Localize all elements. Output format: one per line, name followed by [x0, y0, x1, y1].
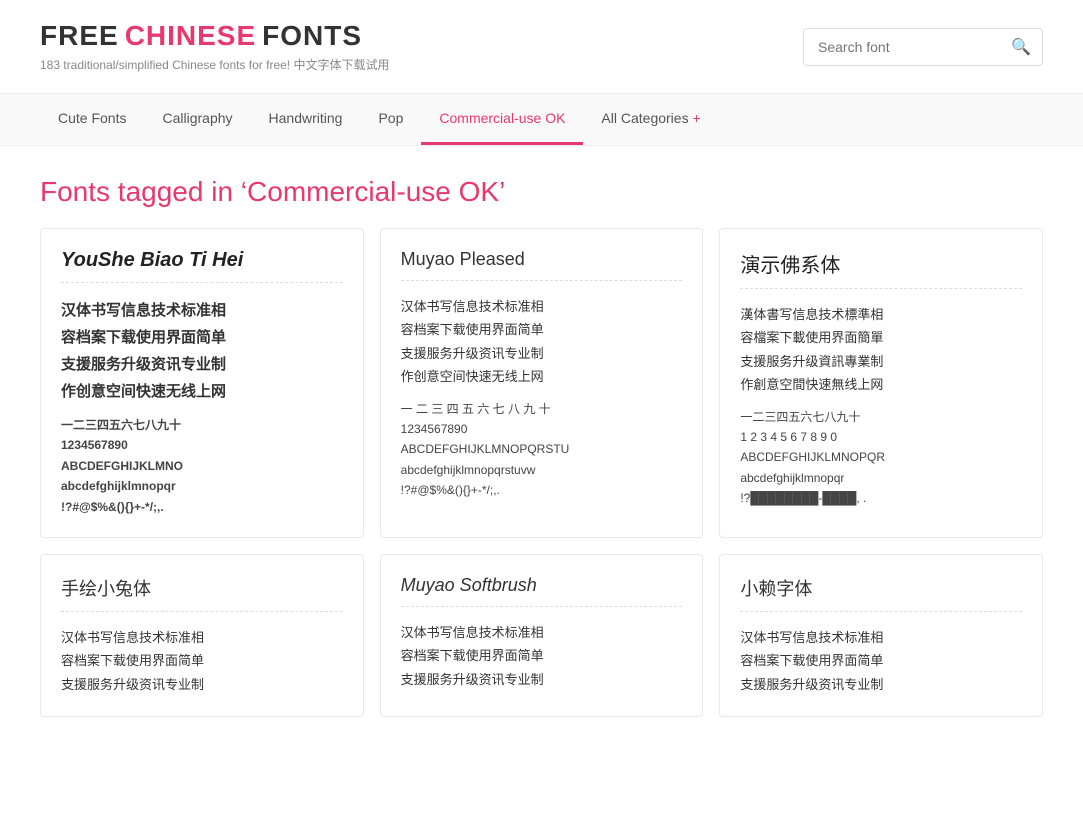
font-preview-muyao-softbrush: 汉体书写信息技术标准相容档案下载使用界面简单支援服务升级资讯专业制: [401, 606, 683, 691]
logo-free: FREE: [40, 20, 119, 52]
font-card-yanshi: 演示佛系体 漢体書写信息技术標準相容檔案下載使用界面簡單支援服务升级資訊專業制作…: [719, 228, 1043, 538]
preview-chinese-xiaotu: 汉体书写信息技术标准相容档案下载使用界面简单支援服务升级资讯专业制: [61, 626, 343, 696]
font-preview-muyao-pleased: 汉体书写信息技术标准相容档案下载使用界面简单支援服务升级资讯专业制作创意空间快速…: [401, 280, 683, 501]
font-preview-xiaolai: 汉体书写信息技术标准相容档案下载使用界面简单支援服务升级资讯专业制: [740, 611, 1022, 696]
preview-chinese-muyao-softbrush: 汉体书写信息技术标准相容档案下载使用界面简单支援服务升级资讯专业制: [401, 621, 683, 691]
preview-chinese-muyao-pleased: 汉体书写信息技术标准相容档案下载使用界面简单支援服务升级资讯专业制作创意空间快速…: [401, 295, 683, 389]
logo: FREE CHINESE FONTS: [40, 20, 389, 52]
font-card-youshe: YouShe Biao Ti Hei 汉体书写信息技术标准相容档案下载使用界面简…: [40, 228, 364, 538]
nav-all-categories[interactable]: All Categories +: [583, 94, 718, 145]
font-name-xiaolai: 小赖字体: [740, 575, 1022, 601]
preview-chinese-xiaolai: 汉体书写信息技术标准相容档案下载使用界面简单支援服务升级资讯专业制: [740, 626, 1022, 696]
font-card-xiaotu: 手绘小兔体 汉体书写信息技术标准相容档案下载使用界面简单支援服务升级资讯专业制: [40, 554, 364, 717]
page-title: Fonts tagged in ‘Commercial-use OK’: [0, 146, 1083, 228]
nav-calligraphy[interactable]: Calligraphy: [144, 94, 250, 145]
nav-handwriting[interactable]: Handwriting: [251, 94, 361, 145]
font-preview-yanshi: 漢体書写信息技术標準相容檔案下載使用界面簡單支援服务升级資訊專業制作創意空間快速…: [740, 288, 1022, 509]
preview-numbers-youshe: 一二三四五六七八九十 1234567890 ABCDEFGHIJKLMNO ab…: [61, 415, 343, 517]
main-nav: Cute Fonts Calligraphy Handwriting Pop C…: [0, 94, 1083, 146]
font-name-yanshi: 演示佛系体: [740, 249, 1022, 278]
site-tagline: 183 traditional/simplified Chinese fonts…: [40, 56, 389, 73]
font-name-muyao-softbrush: Muyao Softbrush: [401, 575, 683, 596]
font-preview-xiaotu: 汉体书写信息技术标准相容档案下载使用界面简单支援服务升级资讯专业制: [61, 611, 343, 696]
font-card-muyao-pleased: Muyao Pleased 汉体书写信息技术标准相容档案下载使用界面简单支援服务…: [380, 228, 704, 538]
font-card-muyao-softbrush: Muyao Softbrush 汉体书写信息技术标准相容档案下载使用界面简单支援…: [380, 554, 704, 717]
preview-numbers-yanshi: 一二三四五六七八九十 1 2 3 4 5 6 7 8 9 0 ABCDEFGHI…: [740, 407, 1022, 509]
nav-commercial-use[interactable]: Commercial-use OK: [421, 94, 583, 145]
font-card-xiaolai: 小赖字体 汉体书写信息技术标准相容档案下载使用界面简单支援服务升级资讯专业制: [719, 554, 1043, 717]
search-input[interactable]: [803, 28, 1043, 66]
font-name-youshe: YouShe Biao Ti Hei: [61, 249, 343, 272]
font-grid: YouShe Biao Ti Hei 汉体书写信息技术标准相容档案下载使用界面简…: [0, 228, 1083, 757]
page-title-highlight: Commercial-use OK: [247, 176, 499, 207]
nav-pop[interactable]: Pop: [360, 94, 421, 145]
nav-plus-icon: +: [692, 110, 700, 126]
logo-area: FREE CHINESE FONTS 183 traditional/simpl…: [40, 20, 389, 73]
search-icon[interactable]: 🔍: [1011, 37, 1031, 57]
preview-numbers-muyao-pleased: 一 二 三 四 五 六 七 八 九 十 1234567890 ABCDEFGHI…: [401, 399, 683, 501]
search-box: 🔍: [803, 28, 1043, 66]
page-title-after: ’: [499, 176, 505, 207]
page-title-before: Fonts tagged in ‘: [40, 176, 247, 207]
font-name-xiaotu: 手绘小兔体: [61, 575, 343, 601]
logo-chinese: CHINESE: [125, 20, 256, 52]
preview-chinese-youshe: 汉体书写信息技术标准相容档案下载使用界面简单支援服务升级资讯专业制作创意空间快速…: [61, 297, 343, 405]
nav-cute-fonts[interactable]: Cute Fonts: [40, 94, 144, 145]
site-header: FREE CHINESE FONTS 183 traditional/simpl…: [0, 0, 1083, 94]
font-preview-youshe: 汉体书写信息技术标准相容档案下载使用界面简单支援服务升级资讯专业制作创意空间快速…: [61, 282, 343, 517]
font-name-muyao-pleased: Muyao Pleased: [401, 249, 683, 270]
logo-fonts: FONTS: [262, 20, 362, 52]
preview-chinese-yanshi: 漢体書写信息技术標準相容檔案下載使用界面簡單支援服务升级資訊專業制作創意空間快速…: [740, 303, 1022, 397]
